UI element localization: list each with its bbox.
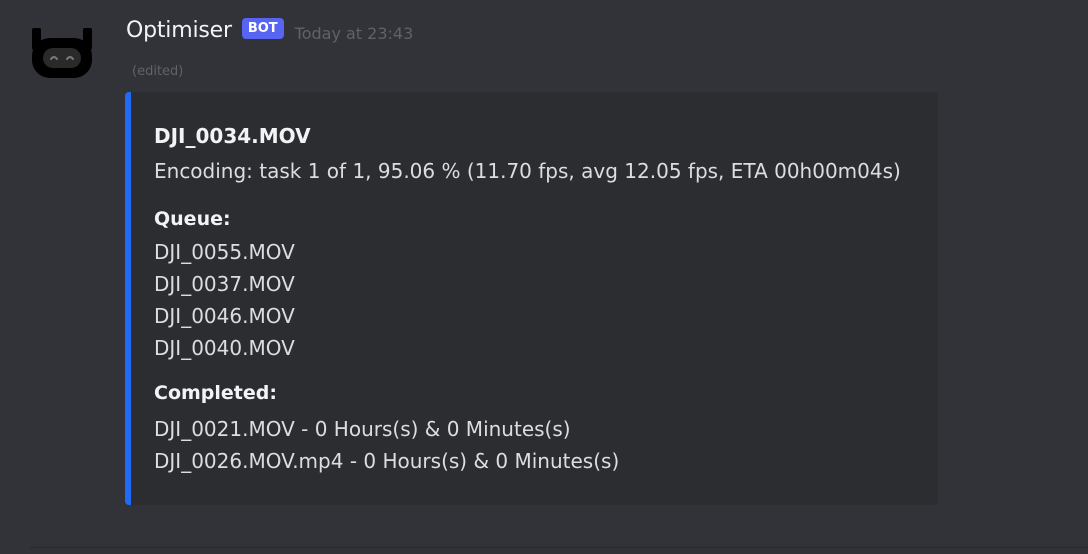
- queue-item: DJI_0037.MOV: [154, 272, 295, 296]
- completed-item: DJI_0021.MOV - 0 Hours(s) & 0 Minutes(s): [154, 417, 571, 441]
- encoding-status: Encoding: task 1 of 1, 95.06 % (11.70 fp…: [154, 159, 901, 183]
- message-header: Optimiser BOT Today at 23:43: [126, 14, 413, 46]
- embed-card: DJI_0034.MOV Encoding: task 1 of 1, 95.0…: [125, 92, 938, 505]
- bot-badge: BOT: [241, 17, 284, 39]
- divider: [30, 547, 1088, 548]
- username[interactable]: Optimiser: [126, 18, 232, 43]
- queue-item: DJI_0046.MOV: [154, 304, 295, 328]
- queue-heading: Queue:: [154, 208, 231, 230]
- completed-item: DJI_0026.MOV.mp4 - 0 Hours(s) & 0 Minute…: [154, 449, 620, 473]
- queue-item: DJI_0055.MOV: [154, 240, 295, 264]
- robot-icon: [32, 28, 92, 78]
- robot-avatar-icon[interactable]: [30, 22, 94, 82]
- message-timestamp[interactable]: Today at 23:43: [295, 24, 414, 43]
- chat-message: Optimiser BOT Today at 23:43 (edited) DJ…: [0, 0, 1088, 554]
- completed-heading: Completed:: [154, 382, 277, 404]
- embed-title: DJI_0034.MOV: [154, 124, 311, 148]
- queue-item: DJI_0040.MOV: [154, 336, 295, 360]
- edited-label: (edited): [132, 64, 184, 79]
